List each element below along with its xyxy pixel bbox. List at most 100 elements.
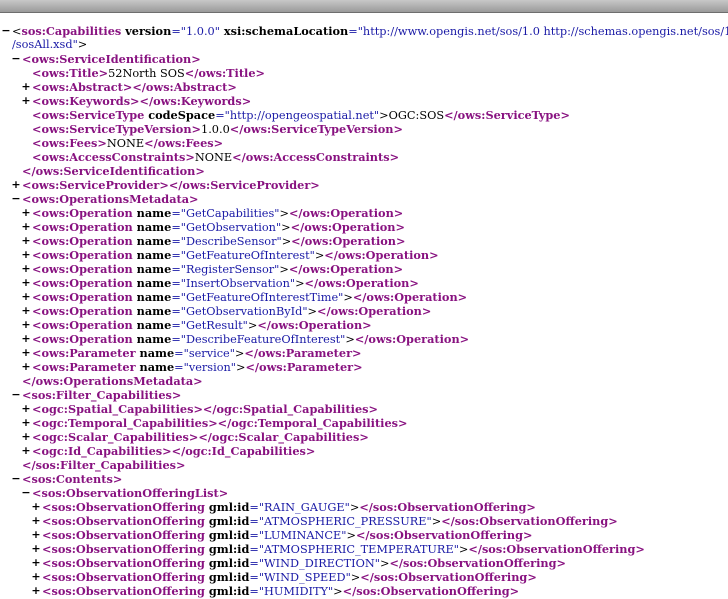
xml-line: + <ows:Parameter name="service"></ows:Par…: [0, 346, 728, 360]
xml-attribute-value: ="HUMIDITY": [249, 585, 334, 598]
xml-punctuation: >: [345, 333, 355, 346]
expand-toggle[interactable]: +: [20, 262, 32, 276]
xml-tag: </ogc:Spatial_Capabilities>: [202, 402, 378, 416]
xml-tag: <sos:ObservationOffering: [42, 570, 205, 584]
xml-line-content: <ogc:Temporal_Capabilities></ogc:Tempora…: [32, 416, 407, 431]
xml-line-content: <ogc:Scalar_Capabilities></ogc:Scalar_Ca…: [32, 430, 369, 445]
xml-line: − <sos:ObservationOfferingList>: [0, 486, 728, 500]
xml-line: + <sos:ObservationOffering gml:id="WIND_D…: [0, 556, 728, 570]
xml-tag: <ows:Operation: [32, 206, 133, 220]
xml-line-content: </ows:ServiceIdentification>: [22, 164, 205, 179]
collapse-toggle[interactable]: −: [0, 24, 12, 38]
xml-attribute-name: xsi:schemaLocation: [219, 24, 349, 38]
xml-attribute-name: gml:id: [204, 542, 250, 556]
xml-punctuation: >: [281, 221, 291, 234]
xml-text: 52North SOS: [108, 67, 185, 80]
xml-tag: </ows:ServiceIdentification>: [22, 164, 205, 178]
expand-toggle[interactable]: +: [20, 80, 32, 94]
expand-toggle[interactable]: +: [20, 304, 32, 318]
xml-tag: <ows:Operation: [32, 234, 133, 248]
expand-toggle[interactable]: +: [20, 206, 32, 220]
collapse-toggle[interactable]: −: [20, 486, 32, 500]
expand-toggle[interactable]: +: [30, 584, 42, 598]
xml-tag: <ows:Operation: [32, 248, 133, 262]
expand-toggle[interactable]: +: [20, 276, 32, 290]
collapse-toggle[interactable]: −: [10, 388, 22, 402]
xml-tag: </sos:ObservationOffering>: [342, 584, 520, 598]
xml-tag: </ows:Operation>: [291, 234, 406, 248]
expand-toggle[interactable]: +: [30, 528, 42, 542]
xml-attribute-name: gml:id: [204, 528, 250, 542]
xml-line-content: <sos:ObservationOffering gml:id="ATMOSPH…: [42, 514, 618, 529]
xml-line-content: <ows:Parameter name="service"></ows:Para…: [32, 346, 362, 361]
xml-line: − <sos:Filter_Capabilities>: [0, 388, 728, 402]
xml-tag: <ogc:Temporal_Capabilities>: [32, 416, 218, 430]
xml-line-content: <sos:ObservationOffering gml:id="WIND_DI…: [42, 556, 566, 571]
xml-tag: <ows:Operation: [32, 304, 133, 318]
xml-tag: </ows:Operation>: [257, 318, 372, 332]
expand-toggle[interactable]: +: [20, 94, 32, 108]
xml-tag: <ows:Title>: [32, 66, 109, 80]
xml-line-content: <ows:ServiceTypeVersion>1.0.0</ows:Servi…: [32, 122, 403, 137]
xml-tag: sos:Capabilities: [21, 24, 122, 38]
xml-attribute-value: ="GetCapabilities": [171, 207, 280, 220]
collapse-toggle[interactable]: −: [10, 52, 22, 66]
xml-attribute-name: gml:id: [204, 584, 250, 598]
collapse-toggle[interactable]: −: [10, 192, 22, 206]
xml-line: + <ogc:Spatial_Capabilities></ogc:Spatial…: [0, 402, 728, 416]
expand-toggle[interactable]: +: [20, 318, 32, 332]
expand-toggle[interactable]: +: [30, 570, 42, 584]
expand-toggle[interactable]: +: [30, 514, 42, 528]
xml-punctuation: >: [350, 571, 361, 584]
xml-punctuation: >: [234, 347, 245, 360]
xml-tag: </sos:ObservationOffering>: [389, 556, 566, 570]
xml-line: + <ows:Operation name="GetObservation"></…: [0, 220, 728, 234]
xml-line: + <ows:Operation name="GetObservationById…: [0, 304, 728, 318]
xml-tag: <ows:Operation: [32, 290, 133, 304]
expand-toggle[interactable]: +: [20, 220, 32, 234]
xml-line: + <ows:Operation name="GetCapabilities"><…: [0, 206, 728, 220]
xml-attribute-value: ="GetFeatureOfInterest": [171, 249, 315, 262]
xml-attribute-value: ="http://www.opengis.net/sos/1.0 http://…: [348, 25, 728, 38]
window-top-bar: [0, 0, 728, 13]
collapse-toggle[interactable]: −: [10, 472, 22, 486]
expand-toggle[interactable]: +: [20, 360, 32, 374]
expand-toggle[interactable]: +: [30, 542, 42, 556]
expand-toggle[interactable]: +: [10, 178, 22, 192]
expand-toggle[interactable]: +: [30, 556, 42, 570]
xml-line: <ows:Title>52North SOS</ows:Title>: [0, 66, 728, 80]
xml-tag: <ows:Operation: [32, 318, 133, 332]
xml-tag: </sos:ObservationOffering>: [359, 500, 536, 514]
xml-line-content: <ows:Operation name="DescribeFeatureOfIn…: [32, 332, 469, 347]
xml-line-content: <ows:Operation name="DescribeSensor"></o…: [32, 234, 405, 249]
expand-toggle[interactable]: +: [20, 248, 32, 262]
expand-toggle[interactable]: +: [20, 290, 32, 304]
xml-line-content: <sos:ObservationOfferingList>: [32, 486, 228, 501]
xml-tag: <sos:ObservationOfferingList>: [32, 486, 229, 500]
xml-punctuation: >: [346, 529, 356, 542]
xml-punctuation: >: [343, 291, 353, 304]
xml-attribute-value: ="GetFeatureOfInterestTime": [171, 291, 344, 304]
xml-tag: </ows:ServiceProvider>: [168, 178, 320, 192]
xml-attribute-name: name: [132, 276, 172, 290]
xml-tag: <ows:Operation: [32, 276, 133, 290]
expand-toggle[interactable]: +: [20, 332, 32, 346]
expand-toggle[interactable]: +: [30, 500, 42, 514]
xml-attribute-value: ="LUMINANCE": [249, 529, 347, 542]
xml-line: + <sos:ObservationOffering gml:id="ATMOSP…: [0, 514, 728, 528]
xml-tag: <sos:ObservationOffering: [42, 584, 205, 598]
xml-tag: </ows:Operation>: [317, 304, 432, 318]
xml-attribute-name: gml:id: [204, 500, 250, 514]
xml-attribute-name: version: [121, 24, 172, 38]
xml-line-content: <ows:Operation name="GetFeatureOfInteres…: [32, 248, 439, 263]
expand-toggle[interactable]: +: [20, 234, 32, 248]
expand-toggle[interactable]: +: [20, 430, 32, 444]
xml-line: + <ows:Operation name="GetResult"></ows:O…: [0, 318, 728, 332]
expand-toggle[interactable]: +: [20, 402, 32, 416]
expand-toggle[interactable]: +: [20, 416, 32, 430]
xml-line: + <ows:ServiceProvider></ows:ServiceProvi…: [0, 178, 728, 192]
xml-attribute-name: gml:id: [204, 514, 250, 528]
expand-toggle[interactable]: +: [20, 444, 32, 458]
xml-line-content: <ows:Parameter name="version"></ows:Para…: [32, 360, 363, 375]
expand-toggle[interactable]: +: [20, 346, 32, 360]
